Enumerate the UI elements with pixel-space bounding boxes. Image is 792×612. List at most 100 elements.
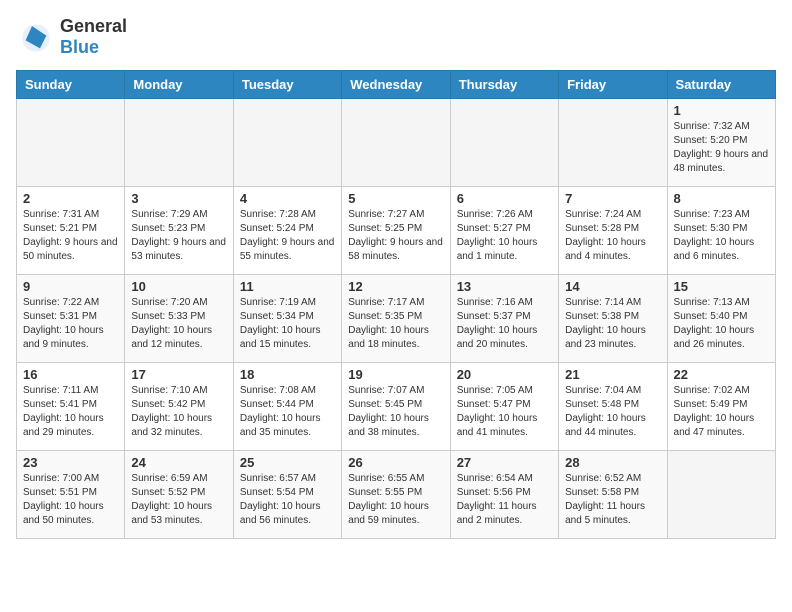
day-info: Sunrise: 6:55 AM Sunset: 5:55 PM Dayligh… (348, 472, 443, 528)
calendar-week-row: 16 Sunrise: 7:11 AM Sunset: 5:41 PM Dayli… (17, 363, 776, 451)
calendar-cell: 9 Sunrise: 7:22 AM Sunset: 5:31 PM Daylig… (17, 275, 125, 363)
calendar-cell: 10Sunrise: 7:20 AM Sunset: 5:33 PM Dayli… (125, 275, 233, 363)
weekday-header-wednesday: Wednesday (342, 71, 450, 99)
day-info: Sunrise: 7:16 AM Sunset: 5:37 PM Dayligh… (457, 296, 552, 352)
day-number: 6 (457, 191, 552, 206)
day-number: 25 (240, 455, 335, 470)
calendar-cell: 22 Sunrise: 7:02 AM Sunset: 5:49 PM Dayli… (667, 363, 775, 451)
day-number: 22 (674, 367, 769, 382)
calendar-cell (233, 99, 341, 187)
day-number: 20 (457, 367, 552, 382)
calendar-week-row: 2 Sunrise: 7:31 AM Sunset: 5:21 PM Daylig… (17, 187, 776, 275)
logo-blue-label: Blue (60, 37, 127, 58)
calendar-cell (17, 99, 125, 187)
calendar-cell: 1Sunrise: 7:32 AM Sunset: 5:20 PM Daylig… (667, 99, 775, 187)
calendar-cell: 20 Sunrise: 7:05 AM Sunset: 5:47 PM Dayli… (450, 363, 558, 451)
calendar-week-row: 23 Sunrise: 7:00 AM Sunset: 5:51 PM Dayli… (17, 451, 776, 539)
calendar-header-row: SundayMondayTuesdayWednesdayThursdayFrid… (17, 71, 776, 99)
day-info: Sunrise: 7:27 AM Sunset: 5:25 PM Dayligh… (348, 208, 443, 264)
day-number: 5 (348, 191, 443, 206)
day-number: 4 (240, 191, 335, 206)
day-info: Sunrise: 7:11 AM Sunset: 5:41 PM Dayligh… (23, 384, 118, 440)
day-number: 9 (23, 279, 118, 294)
day-number: 27 (457, 455, 552, 470)
calendar-cell: 16 Sunrise: 7:11 AM Sunset: 5:41 PM Dayli… (17, 363, 125, 451)
calendar-cell (559, 99, 667, 187)
calendar-cell (667, 451, 775, 539)
calendar-cell (450, 99, 558, 187)
calendar-cell: 18 Sunrise: 7:08 AM Sunset: 5:44 PM Dayli… (233, 363, 341, 451)
calendar-cell: 24 Sunrise: 6:59 AM Sunset: 5:52 PM Dayli… (125, 451, 233, 539)
day-info: Sunrise: 6:57 AM Sunset: 5:54 PM Dayligh… (240, 472, 335, 528)
calendar-cell: 11 Sunrise: 7:19 AM Sunset: 5:34 PM Dayli… (233, 275, 341, 363)
calendar-cell: 27 Sunrise: 6:54 AM Sunset: 5:56 PM Dayli… (450, 451, 558, 539)
day-number: 21 (565, 367, 660, 382)
day-info: Sunrise: 6:59 AM Sunset: 5:52 PM Dayligh… (131, 472, 226, 528)
day-info: Sunrise: 7:13 AM Sunset: 5:40 PM Dayligh… (674, 296, 769, 352)
weekday-header-friday: Friday (559, 71, 667, 99)
page-header: GeneralBlue (16, 16, 776, 58)
day-number: 3 (131, 191, 226, 206)
day-number: 13 (457, 279, 552, 294)
calendar-table: SundayMondayTuesdayWednesdayThursdayFrid… (16, 70, 776, 539)
calendar-cell: 4 Sunrise: 7:28 AM Sunset: 5:24 PM Daylig… (233, 187, 341, 275)
calendar-cell (125, 99, 233, 187)
calendar-cell: 6 Sunrise: 7:26 AM Sunset: 5:27 PM Daylig… (450, 187, 558, 275)
day-number: 19 (348, 367, 443, 382)
calendar-cell: 28Sunrise: 6:52 AM Sunset: 5:58 PM Dayli… (559, 451, 667, 539)
calendar-cell: 21 Sunrise: 7:04 AM Sunset: 5:48 PM Dayli… (559, 363, 667, 451)
day-number: 26 (348, 455, 443, 470)
day-number: 24 (131, 455, 226, 470)
calendar-cell: 12Sunrise: 7:17 AM Sunset: 5:35 PM Dayli… (342, 275, 450, 363)
day-info: Sunrise: 7:05 AM Sunset: 5:47 PM Dayligh… (457, 384, 552, 440)
day-info: Sunrise: 7:19 AM Sunset: 5:34 PM Dayligh… (240, 296, 335, 352)
calendar-cell: 23 Sunrise: 7:00 AM Sunset: 5:51 PM Dayli… (17, 451, 125, 539)
day-info: Sunrise: 7:10 AM Sunset: 5:42 PM Dayligh… (131, 384, 226, 440)
day-info: Sunrise: 7:07 AM Sunset: 5:45 PM Dayligh… (348, 384, 443, 440)
day-number: 14 (565, 279, 660, 294)
weekday-header-sunday: Sunday (17, 71, 125, 99)
day-number: 17 (131, 367, 226, 382)
day-number: 16 (23, 367, 118, 382)
calendar-cell: 25 Sunrise: 6:57 AM Sunset: 5:54 PM Dayli… (233, 451, 341, 539)
day-info: Sunrise: 7:32 AM Sunset: 5:20 PM Dayligh… (674, 120, 769, 176)
calendar-cell: 26 Sunrise: 6:55 AM Sunset: 5:55 PM Dayli… (342, 451, 450, 539)
day-info: Sunrise: 7:02 AM Sunset: 5:49 PM Dayligh… (674, 384, 769, 440)
day-number: 2 (23, 191, 118, 206)
day-info: Sunrise: 7:17 AM Sunset: 5:35 PM Dayligh… (348, 296, 443, 352)
calendar-cell: 2 Sunrise: 7:31 AM Sunset: 5:21 PM Daylig… (17, 187, 125, 275)
logo-general-label: General (60, 16, 127, 37)
logo-svg-icon (16, 18, 56, 58)
calendar-week-row: 9 Sunrise: 7:22 AM Sunset: 5:31 PM Daylig… (17, 275, 776, 363)
day-info: Sunrise: 7:26 AM Sunset: 5:27 PM Dayligh… (457, 208, 552, 264)
calendar-cell (342, 99, 450, 187)
day-number: 8 (674, 191, 769, 206)
day-info: Sunrise: 7:20 AM Sunset: 5:33 PM Dayligh… (131, 296, 226, 352)
day-number: 18 (240, 367, 335, 382)
day-info: Sunrise: 7:29 AM Sunset: 5:23 PM Dayligh… (131, 208, 226, 264)
day-number: 15 (674, 279, 769, 294)
day-info: Sunrise: 7:23 AM Sunset: 5:30 PM Dayligh… (674, 208, 769, 264)
day-number: 11 (240, 279, 335, 294)
day-info: Sunrise: 7:28 AM Sunset: 5:24 PM Dayligh… (240, 208, 335, 264)
day-info: Sunrise: 6:52 AM Sunset: 5:58 PM Dayligh… (565, 472, 660, 528)
calendar-cell: 14Sunrise: 7:14 AM Sunset: 5:38 PM Dayli… (559, 275, 667, 363)
day-info: Sunrise: 7:24 AM Sunset: 5:28 PM Dayligh… (565, 208, 660, 264)
day-info: Sunrise: 7:22 AM Sunset: 5:31 PM Dayligh… (23, 296, 118, 352)
calendar-cell: 15 Sunrise: 7:13 AM Sunset: 5:40 PM Dayli… (667, 275, 775, 363)
calendar-cell: 19 Sunrise: 7:07 AM Sunset: 5:45 PM Dayli… (342, 363, 450, 451)
day-info: Sunrise: 7:04 AM Sunset: 5:48 PM Dayligh… (565, 384, 660, 440)
calendar-cell: 8 Sunrise: 7:23 AM Sunset: 5:30 PM Daylig… (667, 187, 775, 275)
day-info: Sunrise: 7:00 AM Sunset: 5:51 PM Dayligh… (23, 472, 118, 528)
calendar-cell: 13 Sunrise: 7:16 AM Sunset: 5:37 PM Dayli… (450, 275, 558, 363)
day-info: Sunrise: 6:54 AM Sunset: 5:56 PM Dayligh… (457, 472, 552, 528)
weekday-header-thursday: Thursday (450, 71, 558, 99)
day-number: 7 (565, 191, 660, 206)
weekday-header-saturday: Saturday (667, 71, 775, 99)
day-number: 23 (23, 455, 118, 470)
day-info: Sunrise: 7:08 AM Sunset: 5:44 PM Dayligh… (240, 384, 335, 440)
logo: GeneralBlue (16, 16, 127, 58)
weekday-header-tuesday: Tuesday (233, 71, 341, 99)
day-info: Sunrise: 7:31 AM Sunset: 5:21 PM Dayligh… (23, 208, 118, 264)
calendar-cell: 5 Sunrise: 7:27 AM Sunset: 5:25 PM Daylig… (342, 187, 450, 275)
